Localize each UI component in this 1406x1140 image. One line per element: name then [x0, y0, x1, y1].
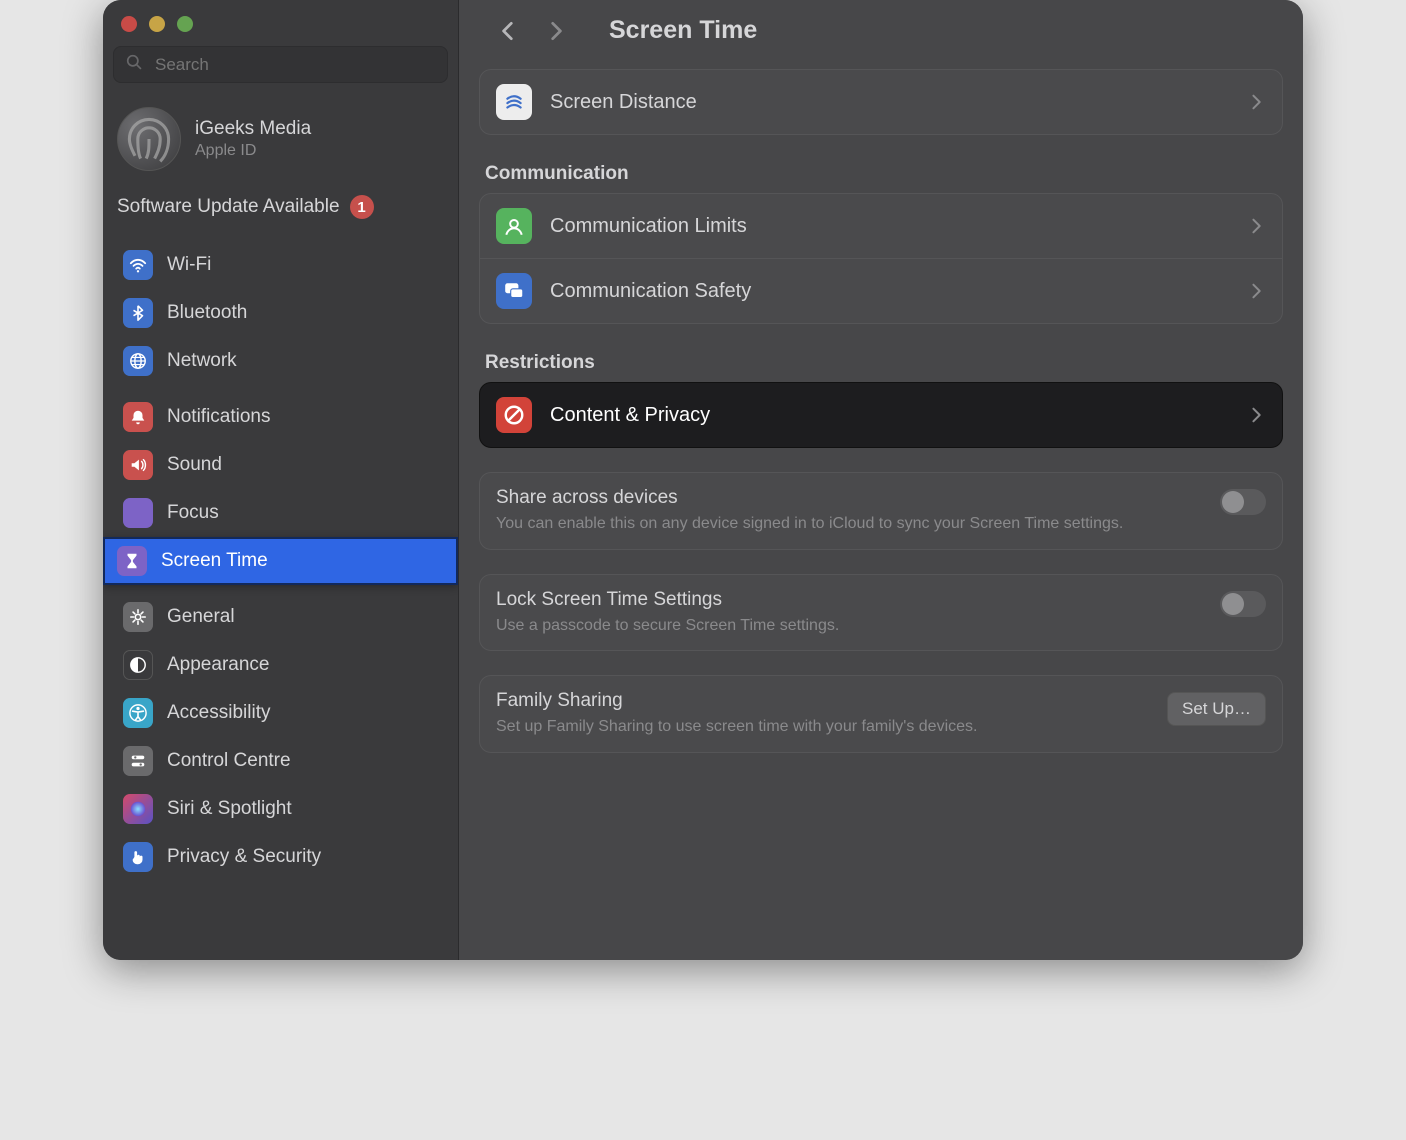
content: Screen Distance Communication Communicat…	[459, 69, 1303, 773]
wifi-icon	[123, 250, 153, 280]
siri-icon	[123, 794, 153, 824]
page-title: Screen Time	[609, 16, 757, 45]
sidebar-item-label: Control Centre	[167, 750, 291, 772]
window-controls	[103, 0, 458, 38]
contacts-icon	[496, 208, 532, 244]
gear-icon	[123, 602, 153, 632]
row-screen-distance[interactable]: Screen Distance	[480, 70, 1282, 134]
moon-icon	[123, 498, 153, 528]
sidebar-item-screen-time[interactable]: Screen Time	[103, 537, 458, 585]
bell-icon	[123, 402, 153, 432]
family-title: Family Sharing	[496, 690, 1157, 712]
hand-icon	[123, 842, 153, 872]
lock-toggle[interactable]	[1220, 591, 1266, 617]
sidebar: iGeeks Media Apple ID Software Update Av…	[103, 0, 459, 960]
row-content-privacy[interactable]: Content & Privacy	[480, 383, 1282, 447]
lock-title: Lock Screen Time Settings	[496, 589, 1210, 611]
profile-sub: Apple ID	[195, 142, 311, 160]
sidebar-item-label: Privacy & Security	[167, 846, 321, 868]
sidebar-item-general[interactable]: General	[109, 593, 452, 641]
chevron-right-icon	[1248, 93, 1266, 111]
update-badge: 1	[350, 195, 374, 219]
sidebar-item-label: Appearance	[167, 654, 269, 676]
nav-back-button[interactable]	[495, 18, 521, 44]
lock-desc: Use a passcode to secure Screen Time set…	[496, 615, 1210, 637]
sidebar-item-label: Screen Time	[161, 550, 268, 572]
sidebar-item-label: Sound	[167, 454, 222, 476]
search-input[interactable]	[153, 54, 435, 76]
row-label: Communication Limits	[550, 215, 1230, 238]
share-desc: You can enable this on any device signed…	[496, 513, 1210, 535]
hourglass-icon	[117, 546, 147, 576]
topbar: Screen Time	[459, 0, 1303, 69]
sidebar-item-network[interactable]: Network	[109, 337, 452, 385]
sidebar-item-label: Notifications	[167, 406, 271, 428]
sidebar-item-wifi[interactable]: Wi-Fi	[109, 241, 452, 289]
sidebar-item-label: Bluetooth	[167, 302, 247, 324]
sidebar-item-label: Siri & Spotlight	[167, 798, 292, 820]
search-icon	[126, 54, 143, 76]
row-communication-limits[interactable]: Communication Limits	[480, 194, 1282, 258]
family-sharing-block: Family Sharing Set up Family Sharing to …	[479, 675, 1283, 753]
row-label: Screen Distance	[550, 91, 1230, 114]
software-update-label: Software Update Available	[117, 196, 340, 218]
minimize-window-button[interactable]	[149, 16, 165, 32]
speaker-icon	[123, 450, 153, 480]
lock-settings-block: Lock Screen Time Settings Use a passcode…	[479, 574, 1283, 652]
globe-icon	[123, 346, 153, 376]
chevron-right-icon	[1248, 217, 1266, 235]
close-window-button[interactable]	[121, 16, 137, 32]
sidebar-list: Wi-Fi Bluetooth Network Notifications Sound F…	[103, 237, 458, 885]
sidebar-item-label: Focus	[167, 502, 219, 524]
screen-distance-card: Screen Distance	[479, 69, 1283, 135]
row-label: Content & Privacy	[550, 404, 1230, 427]
zoom-window-button[interactable]	[177, 16, 193, 32]
search-field[interactable]	[113, 46, 448, 83]
apple-id-profile[interactable]: iGeeks Media Apple ID	[103, 97, 458, 189]
main-panel: Screen Time Screen Distance Communicatio…	[459, 0, 1303, 960]
bluetooth-icon	[123, 298, 153, 328]
section-heading-communication: Communication	[479, 135, 1283, 193]
share-across-devices-block: Share across devices You can enable this…	[479, 472, 1283, 550]
sidebar-item-privacy[interactable]: Privacy & Security	[109, 833, 452, 881]
switches-icon	[123, 746, 153, 776]
nav-forward-button[interactable]	[543, 18, 569, 44]
share-toggle[interactable]	[1220, 489, 1266, 515]
accessibility-icon	[123, 698, 153, 728]
row-label: Communication Safety	[550, 280, 1230, 303]
sidebar-item-focus[interactable]: Focus	[109, 489, 452, 537]
profile-name: iGeeks Media	[195, 118, 311, 140]
sidebar-item-accessibility[interactable]: Accessibility	[109, 689, 452, 737]
chat-icon	[496, 273, 532, 309]
avatar	[117, 107, 181, 171]
settings-window: iGeeks Media Apple ID Software Update Av…	[103, 0, 1303, 960]
row-communication-safety[interactable]: Communication Safety	[480, 258, 1282, 323]
sidebar-item-label: Accessibility	[167, 702, 270, 724]
appearance-icon	[123, 650, 153, 680]
section-heading-restrictions: Restrictions	[479, 324, 1283, 382]
restrictions-card: Content & Privacy	[479, 382, 1283, 448]
sidebar-item-bluetooth[interactable]: Bluetooth	[109, 289, 452, 337]
sidebar-item-control-centre[interactable]: Control Centre	[109, 737, 452, 785]
software-update-row[interactable]: Software Update Available 1	[103, 189, 458, 237]
sidebar-item-label: Network	[167, 350, 237, 372]
sidebar-item-siri[interactable]: Siri & Spotlight	[109, 785, 452, 833]
nosign-icon	[496, 397, 532, 433]
chevron-right-icon	[1248, 406, 1266, 424]
family-desc: Set up Family Sharing to use screen time…	[496, 716, 1157, 738]
sidebar-item-appearance[interactable]: Appearance	[109, 641, 452, 689]
family-setup-button[interactable]: Set Up…	[1167, 692, 1266, 726]
sidebar-item-sound[interactable]: Sound	[109, 441, 452, 489]
communication-card: Communication Limits Communication Safety	[479, 193, 1283, 324]
waves-icon	[496, 84, 532, 120]
share-title: Share across devices	[496, 487, 1210, 509]
sidebar-item-notifications[interactable]: Notifications	[109, 393, 452, 441]
sidebar-item-label: General	[167, 606, 235, 628]
chevron-right-icon	[1248, 282, 1266, 300]
sidebar-item-label: Wi-Fi	[167, 254, 211, 276]
